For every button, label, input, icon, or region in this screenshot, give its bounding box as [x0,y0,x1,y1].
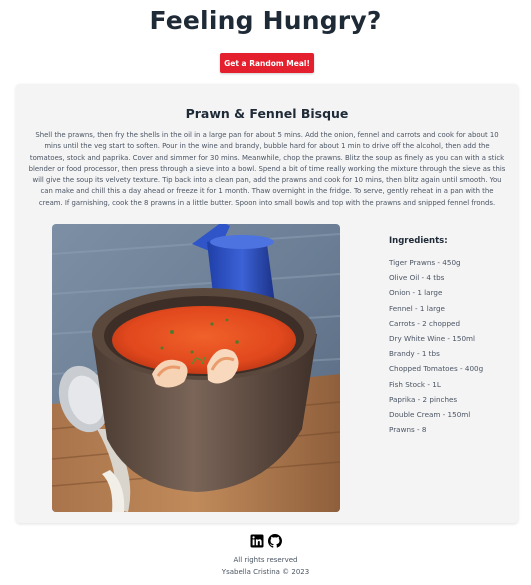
random-meal-button[interactable]: Get a Random Meal! [220,53,314,73]
ingredient-item: Dry White Wine - 150ml [389,333,476,343]
meal-card: Prawn & Fennel Bisque Shell the prawns, … [16,84,518,523]
ingredient-item: Tiger Prawns - 450g [389,258,461,267]
footer-rights: All rights reserved [233,556,298,564]
github-icon[interactable] [268,534,282,548]
ingredient-item: Chopped Tomatoes - 400g [389,364,484,374]
ingredient-item: Onion - 1 large [389,288,443,298]
meal-instructions: Shell the prawns, then fry the shells in… [28,131,506,207]
ingredient-item: Brandy - 1 tbs [389,349,440,359]
ingredients-title: Ingredients: [389,236,448,246]
page-title: Feeling Hungry? [149,6,382,35]
ingredients-list: Tiger Prawns - 450g Olive Oil - 4 tbs On… [389,257,483,439]
footer-credit: Ysabella Cristina © 2023 [221,568,310,576]
ingredient-item: Paprika - 2 pinches [389,394,458,404]
meal-image [52,224,340,512]
ingredient-item: Fennel - 1 large [389,303,445,313]
ingredient-item: Prawns - 8 [389,425,427,435]
ingredient-item: Carrots - 2 chopped [389,318,461,328]
ingredient-item: Olive Oil - 4 tbs [389,273,445,283]
ingredient-item: Fish Stock - 1L [389,379,441,389]
page: Feeling Hungry? Get a Random Meal! Prawn… [0,0,531,585]
linkedin-icon[interactable] [250,534,264,548]
social-links [250,534,284,548]
meal-name: Prawn & Fennel Bisque [185,106,349,121]
ingredient-item: Double Cream - 150ml [389,409,471,419]
